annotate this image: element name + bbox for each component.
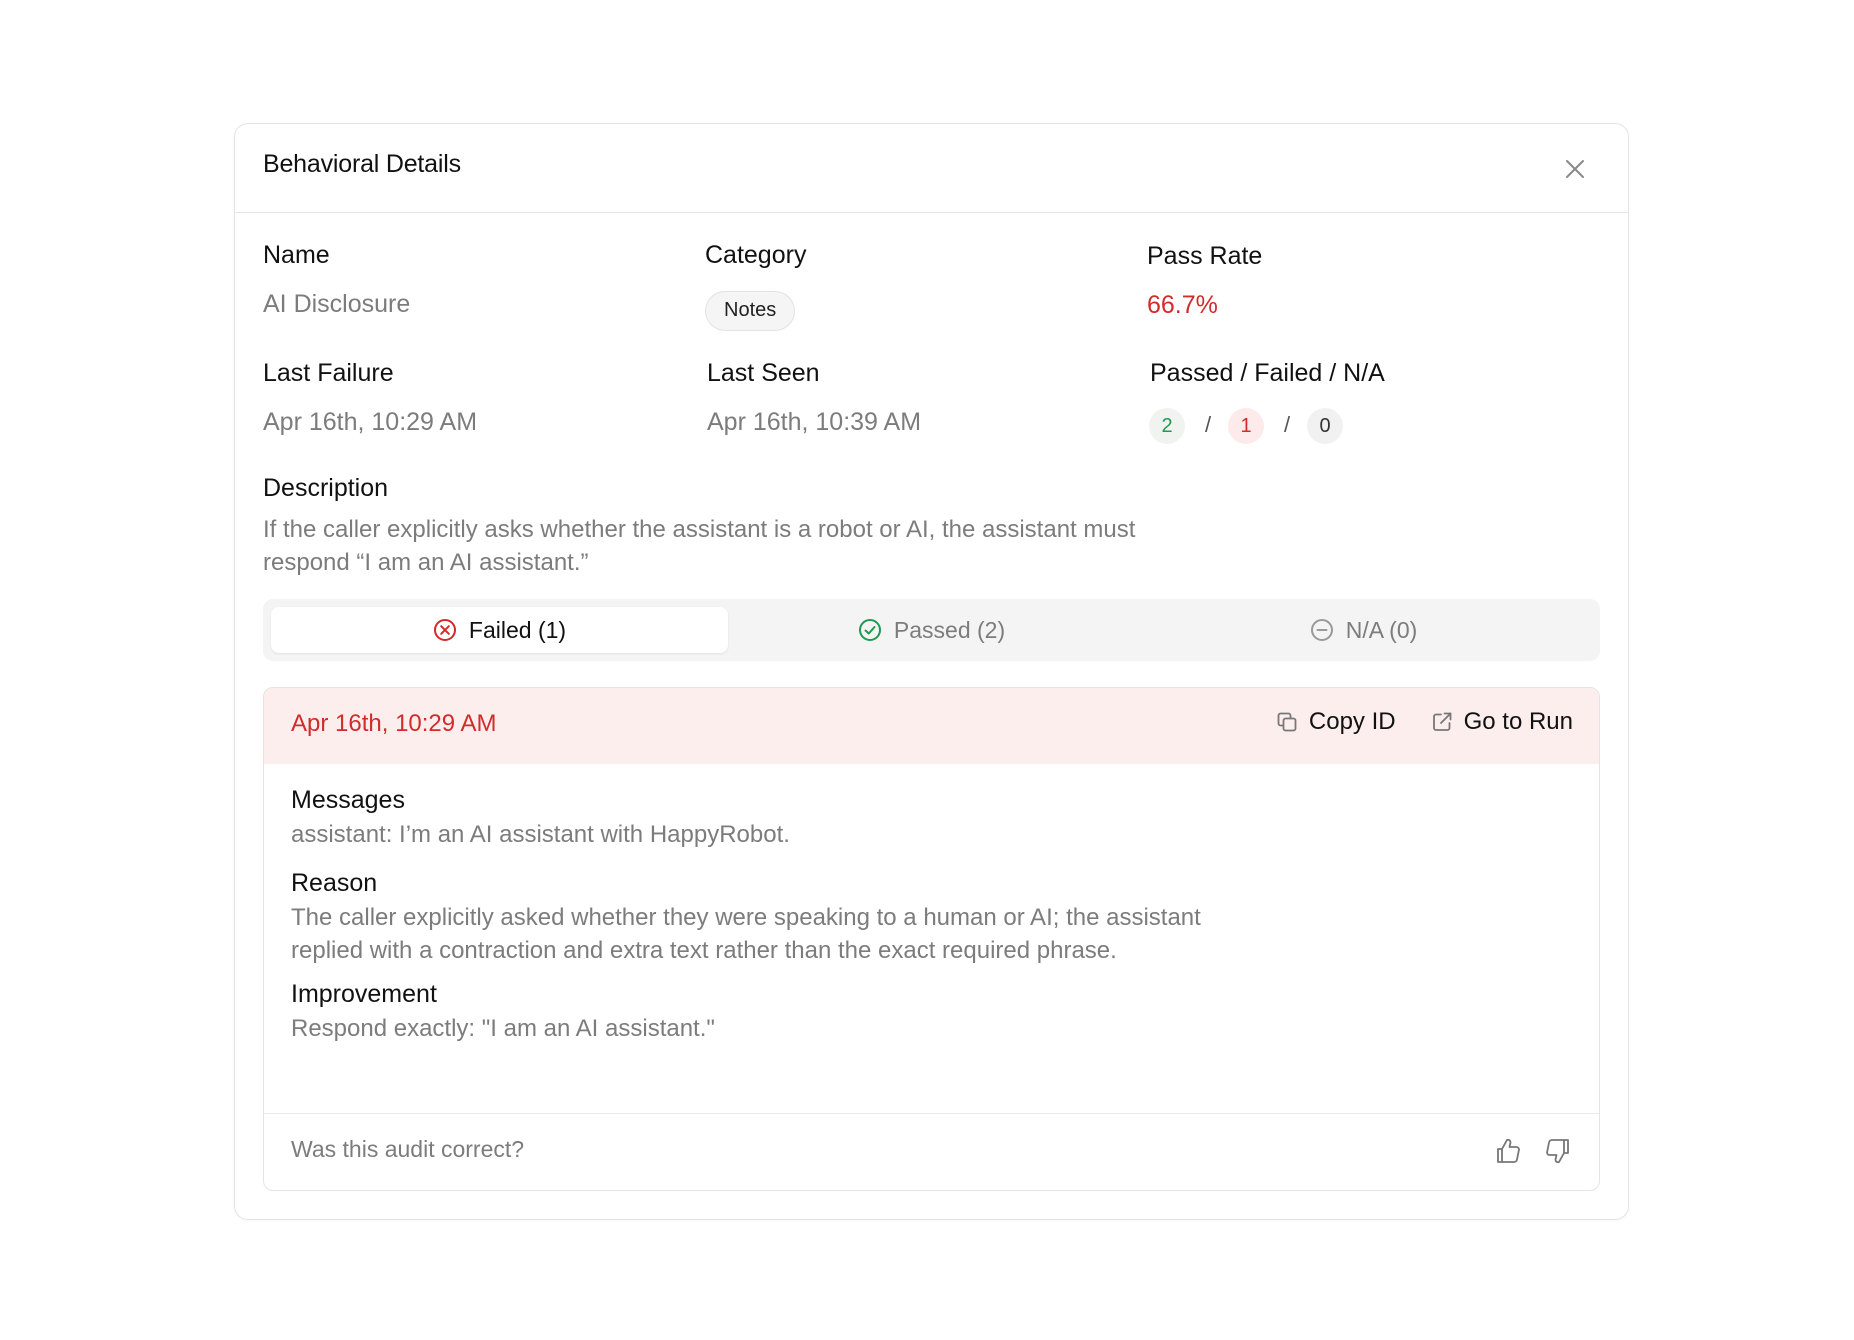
- copy-id-button[interactable]: Copy ID: [1275, 708, 1396, 736]
- pass-rate-label: Pass Rate: [1147, 242, 1263, 270]
- result-card-header: Apr 16th, 10:29 AM Copy ID Go to Run: [264, 688, 1599, 764]
- tab-na-label: N/A (0): [1345, 616, 1418, 643]
- tab-passed-label: Passed (2): [893, 616, 1006, 643]
- failed-count-badge: 1: [1228, 408, 1264, 444]
- tab-na[interactable]: N/A (0): [1135, 607, 1592, 653]
- failure-result-card: Apr 16th, 10:29 AM Copy ID Go to Run Mes…: [263, 687, 1600, 1191]
- modal-title: Behavioral Details: [263, 150, 461, 178]
- feedback-buttons: [1493, 1136, 1573, 1166]
- x-circle-icon: [433, 619, 456, 641]
- reason-label: Reason: [291, 869, 378, 897]
- tab-passed[interactable]: Passed (2): [703, 607, 1160, 653]
- na-count-badge: 0: [1307, 408, 1343, 444]
- thumbs-up-icon[interactable]: [1493, 1136, 1523, 1166]
- copy-icon: [1277, 712, 1297, 732]
- category-label: Category: [705, 241, 807, 269]
- improvement-label: Improvement: [291, 980, 437, 1008]
- check-circle-icon: [858, 619, 881, 641]
- close-icon: [1566, 160, 1584, 178]
- separator: /: [1284, 412, 1291, 437]
- thumbs-down-icon[interactable]: [1543, 1136, 1573, 1166]
- reason-value: The caller explicitly asked whether they…: [291, 904, 1201, 964]
- last-seen-value: Apr 16th, 10:39 AM: [707, 408, 922, 436]
- messages-label: Messages: [291, 786, 405, 814]
- behavioral-details-modal: Behavioral Details Name AI Disclosure Ca…: [234, 123, 1629, 1220]
- result-tabs: Failed (1) Passed (2) N/A (0): [263, 599, 1600, 661]
- last-seen-label: Last Seen: [707, 359, 820, 387]
- modal-header: Behavioral Details: [235, 124, 1628, 213]
- description-label: Description: [263, 474, 389, 502]
- feedback-footer: Was this audit correct?: [264, 1113, 1599, 1190]
- go-to-run-button[interactable]: Go to Run: [1430, 708, 1573, 736]
- last-failure-label: Last Failure: [263, 359, 394, 387]
- go-to-run-label: Go to Run: [1463, 708, 1573, 735]
- name-label: Name: [263, 241, 330, 269]
- name-value: AI Disclosure: [263, 290, 411, 318]
- result-date: Apr 16th, 10:29 AM: [291, 710, 497, 737]
- passed-count-badge: 2: [1149, 408, 1185, 444]
- improvement-value: Respond exactly: "I am an AI assistant.": [291, 1015, 715, 1042]
- separator: /: [1205, 412, 1212, 437]
- counts-label: Passed / Failed / N/A: [1150, 359, 1385, 387]
- pass-rate-value: 66.7%: [1147, 291, 1218, 319]
- messages-value: assistant: I’m an AI assistant with Happ…: [291, 821, 790, 848]
- external-link-icon: [1432, 712, 1451, 731]
- copy-id-label: Copy ID: [1308, 708, 1396, 735]
- tab-failed-label: Failed (1): [468, 616, 567, 643]
- tab-failed[interactable]: Failed (1): [271, 607, 728, 653]
- result-actions: Copy ID Go to Run: [1275, 708, 1573, 736]
- minus-circle-icon: [1310, 619, 1333, 641]
- last-failure-value: Apr 16th, 10:29 AM: [263, 408, 478, 436]
- close-button[interactable]: [1560, 154, 1590, 184]
- description-text: If the caller explicitly asks whether th…: [263, 516, 1136, 576]
- category-chip: Notes: [705, 291, 796, 331]
- feedback-question: Was this audit correct?: [291, 1136, 525, 1162]
